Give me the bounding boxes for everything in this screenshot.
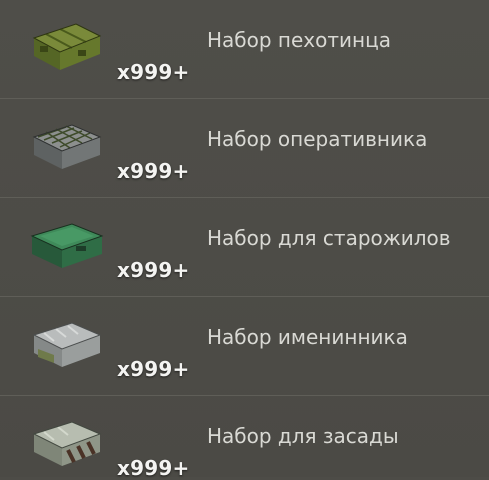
green-military-crate-icon [26,16,106,76]
list-item[interactable]: x999+ Набор пехотинца [0,0,489,99]
list-item[interactable]: x999+ Набор именинника [0,297,489,396]
gray-netted-crate-icon [26,115,106,175]
silver-gift-crate-icon [26,313,106,373]
item-quantity: x999+ [117,159,190,183]
green-metal-crate-icon [26,214,106,274]
item-list: x999+ Набор пехотинца x999+ Набор операт… [0,0,489,480]
item-name: Набор оперативника [207,127,428,151]
item-name: Набор для старожилов [207,226,451,250]
list-item[interactable]: x999+ Набор оперативника [0,99,489,198]
item-name: Набор именинника [207,325,408,349]
item-quantity: x999+ [117,357,190,381]
item-name: Набор для засады [207,424,399,448]
item-quantity: x999+ [117,456,190,480]
camouflage-crate-icon [26,412,106,472]
item-name: Набор пехотинца [207,28,391,52]
list-item[interactable]: x999+ Набор для засады [0,396,489,480]
item-quantity: x999+ [117,60,190,84]
list-item[interactable]: x999+ Набор для старожилов [0,198,489,297]
item-quantity: x999+ [117,258,190,282]
